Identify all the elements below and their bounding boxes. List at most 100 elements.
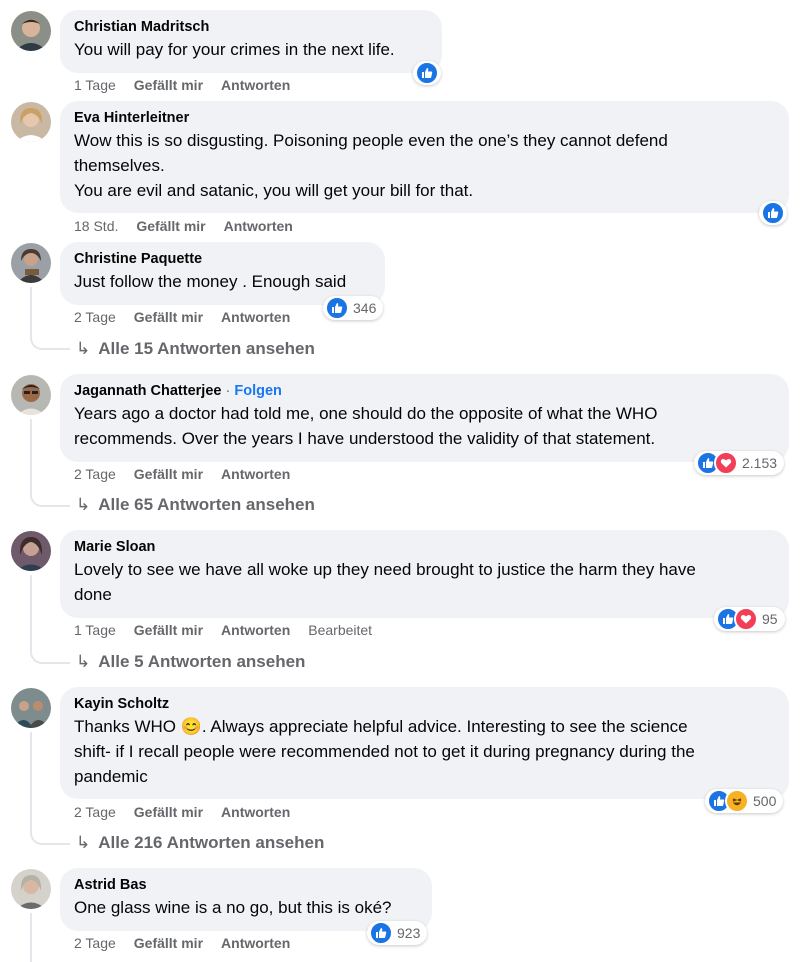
reply-button[interactable]: Antworten bbox=[221, 803, 290, 821]
reply-arrow-icon: ↳ bbox=[76, 495, 91, 514]
comment-author[interactable]: Marie Sloan bbox=[74, 538, 775, 557]
thread-line bbox=[30, 732, 70, 845]
reply-arrow-icon: ↳ bbox=[76, 833, 91, 852]
separator-dot: · bbox=[225, 383, 231, 399]
comment-actions: 1 Tage Gefällt mir Antworten Bearbeitet bbox=[74, 621, 390, 639]
reaction-count: 500 bbox=[753, 793, 777, 809]
avatar[interactable] bbox=[11, 375, 51, 415]
comment-text-line: Just follow the money . Enough said bbox=[74, 272, 347, 291]
comment-text: Thanks WHO 😊. Always appreciate helpful … bbox=[74, 714, 775, 789]
comment-timestamp[interactable]: 2 Tage bbox=[74, 934, 116, 952]
thread-line bbox=[30, 575, 70, 664]
comment-author[interactable]: Eva Hinterleitner bbox=[74, 109, 775, 128]
avatar[interactable] bbox=[11, 102, 51, 142]
reply-button[interactable]: Antworten bbox=[221, 621, 290, 639]
view-replies-link[interactable]: ↳ Alle 5 Antworten ansehen bbox=[76, 651, 305, 673]
comment-text-line: recommends. Over the years I have unders… bbox=[74, 429, 656, 448]
thumbs-up-icon bbox=[369, 921, 393, 945]
like-button[interactable]: Gefällt mir bbox=[134, 76, 203, 94]
reaction-count: 923 bbox=[397, 925, 421, 941]
comment-author[interactable]: Kayin Scholtz bbox=[74, 695, 775, 714]
comment-author-name[interactable]: Jagannath Chatterjee bbox=[74, 383, 221, 399]
comment-actions: 2 Tage Gefällt mir Antworten bbox=[74, 803, 308, 821]
comment-text: Just follow the money . Enough said bbox=[74, 269, 371, 294]
like-button[interactable]: Gefällt mir bbox=[134, 621, 203, 639]
like-button[interactable]: Gefällt mir bbox=[136, 217, 205, 235]
thread-line bbox=[30, 419, 70, 507]
comment-timestamp[interactable]: 2 Tage bbox=[74, 465, 116, 483]
comment-author[interactable]: Christian Madritsch bbox=[74, 18, 428, 37]
laughing-face-icon bbox=[725, 789, 749, 813]
comment-text: You will pay for your crimes in the next… bbox=[74, 37, 428, 62]
view-replies-link[interactable]: ↳ Alle 15 Antworten ansehen bbox=[76, 338, 315, 360]
comment-text-line: Thanks WHO 😊. Always appreciate helpful … bbox=[74, 717, 688, 736]
reply-button[interactable]: Antworten bbox=[221, 76, 290, 94]
comment-text: Lovely to see we have all woke up they n… bbox=[74, 557, 775, 607]
comment-actions: 2 Tage Gefällt mir Antworten bbox=[74, 934, 308, 952]
comment-bubble: Marie Sloan Lovely to see we have all wo… bbox=[60, 530, 789, 618]
avatar[interactable] bbox=[11, 531, 51, 571]
reply-button[interactable]: Antworten bbox=[221, 465, 290, 483]
thumbs-up-icon bbox=[325, 296, 349, 320]
reply-arrow-icon: ↳ bbox=[76, 339, 91, 358]
comment-actions: 18 Std. Gefällt mir Antworten bbox=[74, 217, 311, 235]
comment-text-line: One glass wine is a no go, but this is o… bbox=[74, 898, 392, 917]
comment-bubble: Kayin Scholtz Thanks WHO 😊. Always appre… bbox=[60, 687, 789, 799]
reply-button[interactable]: Antworten bbox=[221, 934, 290, 952]
reply-arrow-icon: ↳ bbox=[76, 652, 91, 671]
comment-bubble: Jagannath Chatterjee · Folgen Years ago … bbox=[60, 374, 789, 462]
thumbs-up-icon bbox=[415, 61, 439, 85]
comment-text: One glass wine is a no go, but this is o… bbox=[74, 895, 418, 920]
comment-text: Years ago a doctor had told me, one shou… bbox=[74, 401, 775, 451]
comment-bubble: Eva Hinterleitner Wow this is so disgust… bbox=[60, 101, 789, 213]
view-replies-link[interactable]: ↳ Alle 65 Antworten ansehen bbox=[76, 494, 315, 516]
comment-author[interactable]: Christine Paquette bbox=[74, 250, 371, 269]
follow-button[interactable]: Folgen bbox=[234, 383, 282, 399]
like-button[interactable]: Gefällt mir bbox=[134, 803, 203, 821]
view-replies-label: Alle 65 Antworten ansehen bbox=[98, 495, 315, 514]
like-button[interactable]: Gefällt mir bbox=[134, 465, 203, 483]
reaction-count: 2.153 bbox=[742, 455, 778, 471]
thread-line bbox=[30, 913, 32, 962]
like-button[interactable]: Gefällt mir bbox=[134, 934, 203, 952]
heart-icon bbox=[714, 451, 738, 475]
comment-text: Wow this is so disgusting. Poisoning peo… bbox=[74, 128, 775, 203]
comment-timestamp[interactable]: 2 Tage bbox=[74, 803, 116, 821]
heart-icon bbox=[734, 607, 758, 631]
comment-bubble: Christian Madritsch You will pay for you… bbox=[60, 10, 442, 73]
reaction-summary[interactable]: 95 bbox=[714, 607, 785, 631]
thread-line bbox=[30, 287, 70, 350]
comment-author[interactable]: Jagannath Chatterjee · Folgen bbox=[74, 382, 775, 401]
comment-text-line: You will pay for your crimes in the next… bbox=[74, 40, 395, 59]
avatar[interactable] bbox=[11, 11, 51, 51]
view-replies-label: Alle 15 Antworten ansehen bbox=[98, 339, 315, 358]
comment-timestamp[interactable]: 1 Tage bbox=[74, 621, 116, 639]
comment-timestamp[interactable]: 2 Tage bbox=[74, 308, 116, 326]
reply-button[interactable]: Antworten bbox=[224, 217, 293, 235]
avatar[interactable] bbox=[11, 869, 51, 909]
comment-actions: 2 Tage Gefällt mir Antworten bbox=[74, 308, 308, 326]
like-button[interactable]: Gefällt mir bbox=[134, 308, 203, 326]
comment-text-line: shift- if I recall people were recommend… bbox=[74, 742, 695, 761]
reaction-summary[interactable]: 500 bbox=[705, 789, 784, 813]
comment-timestamp[interactable]: 1 Tage bbox=[74, 76, 116, 94]
reaction-count: 95 bbox=[762, 611, 778, 627]
comment-author[interactable]: Astrid Bas bbox=[74, 876, 418, 895]
edited-label: Bearbeitet bbox=[308, 622, 373, 638]
reaction-summary[interactable] bbox=[413, 61, 441, 85]
comment-timestamp[interactable]: 18 Std. bbox=[74, 217, 118, 235]
reaction-summary[interactable]: 2.153 bbox=[694, 451, 785, 475]
reaction-summary[interactable]: 923 bbox=[367, 921, 428, 945]
avatar[interactable] bbox=[11, 688, 51, 728]
reaction-summary[interactable]: 346 bbox=[323, 296, 384, 320]
reply-button[interactable]: Antworten bbox=[221, 308, 290, 326]
view-replies-label: Alle 216 Antworten ansehen bbox=[98, 833, 325, 852]
comment-actions: 1 Tage Gefällt mir Antworten bbox=[74, 76, 308, 94]
comment-text-line: You are evil and satanic, you will get y… bbox=[74, 181, 474, 200]
comment-text-line: Lovely to see we have all woke up they n… bbox=[74, 560, 696, 579]
reaction-summary[interactable] bbox=[759, 201, 787, 225]
avatar[interactable] bbox=[11, 243, 51, 283]
comment-text-line: Wow this is so disgusting. Poisoning peo… bbox=[74, 131, 668, 150]
view-replies-link[interactable]: ↳ Alle 216 Antworten ansehen bbox=[76, 832, 324, 854]
comment-text-line: pandemic bbox=[74, 767, 148, 786]
